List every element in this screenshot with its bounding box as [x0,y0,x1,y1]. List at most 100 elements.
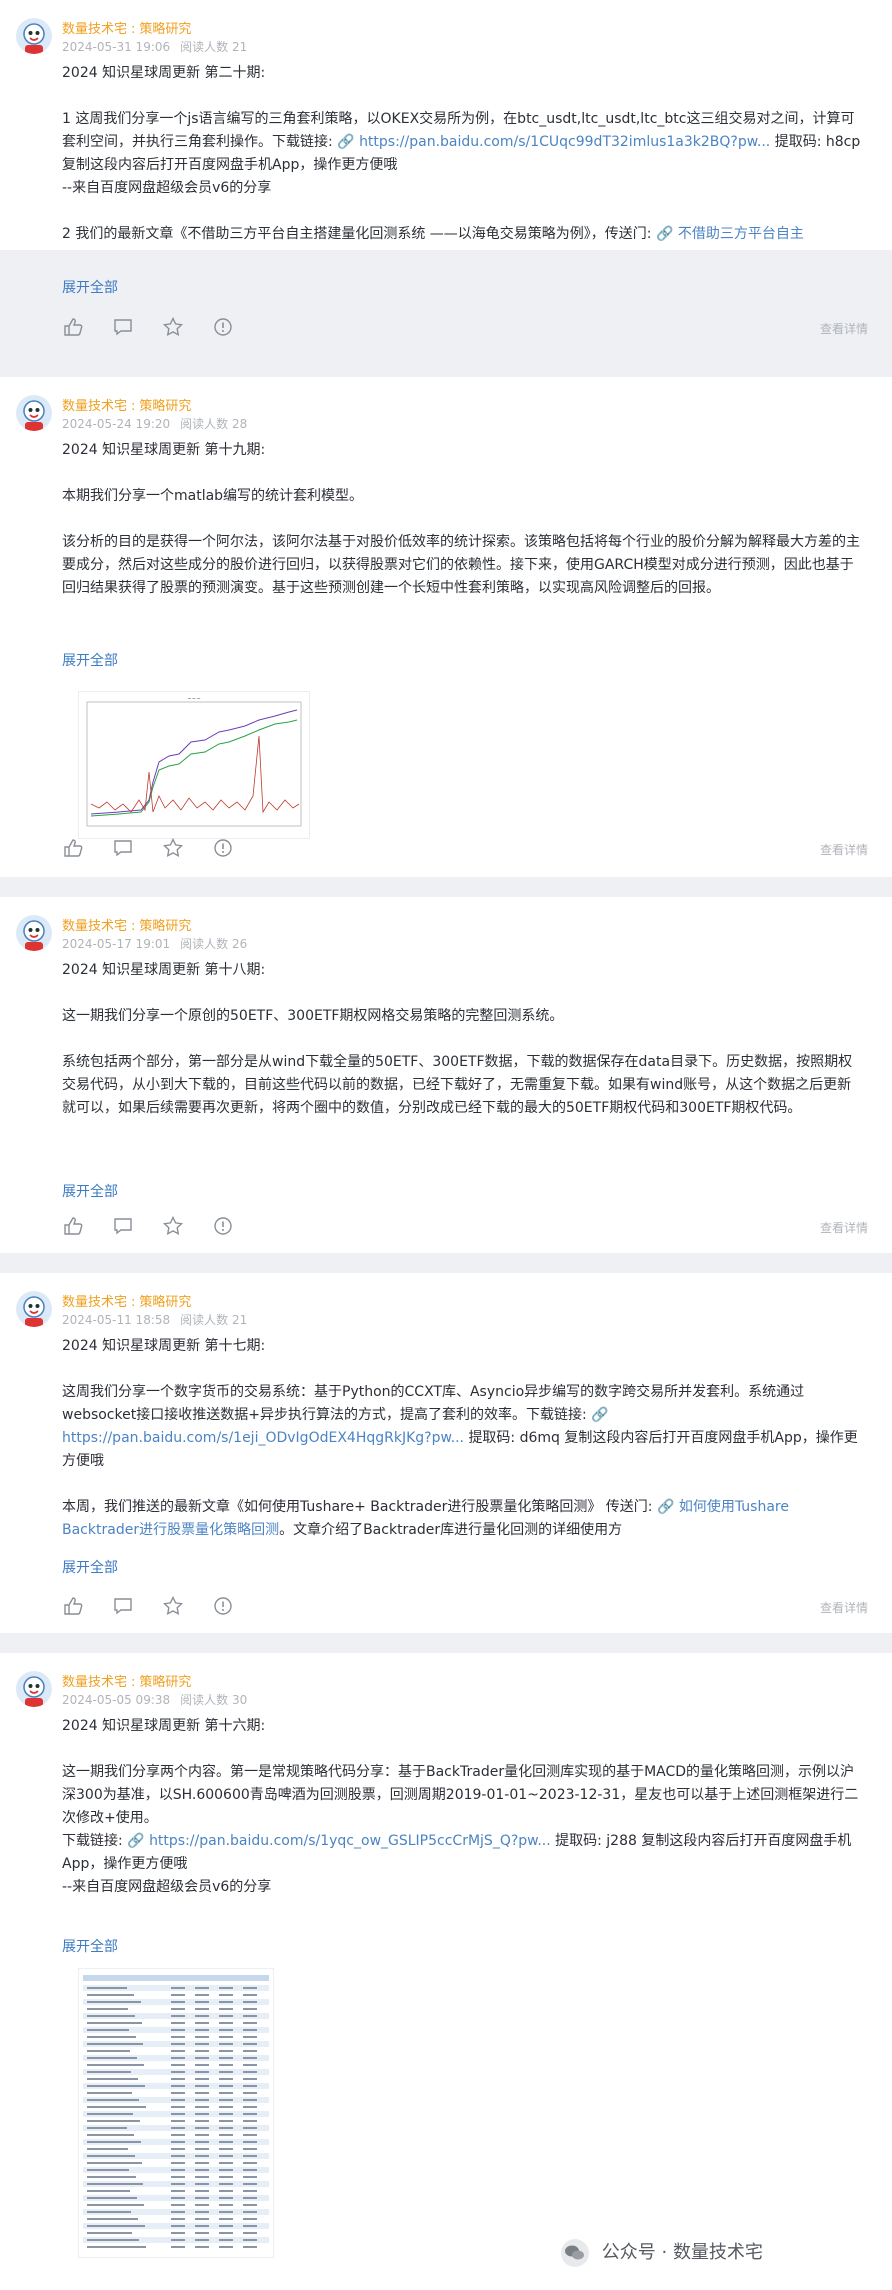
table-cell [171,2015,185,2017]
like-icon[interactable] [62,1215,84,1237]
post-paragraph: 本期我们分享一个matlab编写的统计套利模型。 [62,488,364,504]
table-cell [219,2120,233,2122]
table-cell [219,2148,233,2150]
read-count: 阅读人数 28 [180,417,248,431]
table-cell [171,2169,185,2171]
post-image-table[interactable] [78,1968,274,2258]
table-cell [87,2050,130,2052]
table-cell [171,2176,185,2178]
like-icon[interactable] [62,1595,84,1617]
comment-icon[interactable] [112,1215,134,1237]
table-cell [171,2099,185,2101]
author-name[interactable]: 数量技术宅 [62,22,127,37]
avatar[interactable] [16,395,52,431]
table-cell [219,2239,233,2241]
post-image-chart[interactable]: ─ ─ ─ [78,691,310,839]
expand-all-link[interactable]: 展开全部 [62,1557,118,1577]
post-tag[interactable]: 策略研究 [139,919,191,934]
avatar[interactable] [16,18,52,54]
table-cell [243,2043,257,2045]
table-cell [195,2218,209,2220]
post-tag[interactable]: 策略研究 [139,399,191,414]
table-cell [195,2225,209,2227]
author-separator: : [131,1295,136,1310]
post-tag[interactable]: 策略研究 [139,22,191,37]
table-cell [243,2113,257,2115]
post-paragraph: 本周，我们推送的最新文章《如何使用Tushare+ Backtrader进行股票… [62,1496,864,1542]
favorite-star-icon[interactable] [162,316,184,338]
table-cell [195,2239,209,2241]
favorite-star-icon[interactable] [162,1215,184,1237]
table-cell [243,2232,257,2234]
table-cell [87,2127,127,2129]
download-link[interactable]: https://pan.baidu.com/s/1eji_ODvIgOdEX4H… [62,1430,464,1446]
post-actions: 查看详情 [62,837,868,861]
report-icon[interactable] [212,1215,234,1237]
post-paragraph: 这一期我们分享一个原创的50ETF、300ETF期权网格交易策略的完整回测系统。 [62,1008,564,1024]
table-cell [243,2078,257,2080]
expand-all-link[interactable]: 展开全部 [62,277,118,297]
post-date: 2024-05-17 19:01 [62,937,171,951]
table-cell [87,2106,146,2108]
table-cell [171,2232,185,2234]
table-cell [195,2064,209,2066]
avatar[interactable] [16,915,52,951]
author-name[interactable]: 数量技术宅 [62,1295,127,1310]
table-cell [87,2022,142,2024]
table-cell [243,2036,257,2038]
table-cell [171,2239,185,2241]
expand-all-link[interactable]: 展开全部 [62,1181,118,1201]
read-count: 阅读人数 21 [180,1313,248,1327]
post-body: 2024 知识星球周更新 第十八期: 这一期我们分享一个原创的50ETF、300… [62,959,864,1120]
report-icon[interactable] [212,837,234,859]
favorite-star-icon[interactable] [162,1595,184,1617]
author-name[interactable]: 数量技术宅 [62,1675,127,1690]
post-tag[interactable]: 策略研究 [139,1675,191,1690]
table-cell [243,1994,257,1996]
favorite-star-icon[interactable] [162,837,184,859]
table-cell [219,2190,233,2192]
table-cell [171,1994,185,1996]
comment-icon[interactable] [112,1595,134,1617]
report-icon[interactable] [212,316,234,338]
table-cell [243,2008,257,2010]
download-link[interactable]: https://pan.baidu.com/s/1CUqc99dT32imlus… [359,134,770,150]
post-paragraph: --来自百度网盘超级会员v6的分享 [62,180,272,196]
table-cell [243,2099,257,2101]
post-tag[interactable]: 策略研究 [139,1295,191,1310]
table-cell [171,2204,185,2206]
table-cell [195,2141,209,2143]
post-body: 2024 知识星球周更新 第十九期: 本期我们分享一个matlab编写的统计套利… [62,439,864,600]
view-details-link[interactable]: 查看详情 [820,841,868,858]
view-details-link[interactable]: 查看详情 [820,1599,868,1616]
avatar[interactable] [16,1291,52,1327]
download-link[interactable]: https://pan.baidu.com/s/1yqc_ow_GSLIP5cc… [149,1833,551,1849]
table-cell [87,2190,130,2192]
like-icon[interactable] [62,316,84,338]
expand-all-link[interactable]: 展开全部 [62,1936,118,1956]
table-cell [87,2043,143,2045]
table-cell [195,2071,209,2073]
avatar[interactable] [16,1671,52,1707]
table-cell [219,2176,233,2178]
table-cell [219,2043,233,2045]
post-date: 2024-05-05 09:38 [62,1693,171,1707]
expand-all-link[interactable]: 展开全部 [62,650,118,670]
table-cell [171,2162,185,2164]
table-cell [195,2183,209,2185]
comment-icon[interactable] [112,837,134,859]
table-cell [243,2127,257,2129]
post-title: 2024 知识星球周更新 第十九期: [62,442,266,458]
table-cell [219,2008,233,2010]
view-details-link[interactable]: 查看详情 [820,1219,868,1236]
author-name[interactable]: 数量技术宅 [62,919,127,934]
report-icon[interactable] [212,1595,234,1617]
table-cell [87,2134,134,2136]
view-details-link[interactable]: 查看详情 [820,320,868,337]
comment-icon[interactable] [112,316,134,338]
table-cell [87,2085,145,2087]
like-icon[interactable] [62,837,84,859]
author-name[interactable]: 数量技术宅 [62,399,127,414]
article-link[interactable]: 不借助三方平台自主 [678,226,804,242]
post-card: 数量技术宅: 策略研究 2024-05-31 19:06 阅读人数 21 2024 … [0,0,892,336]
